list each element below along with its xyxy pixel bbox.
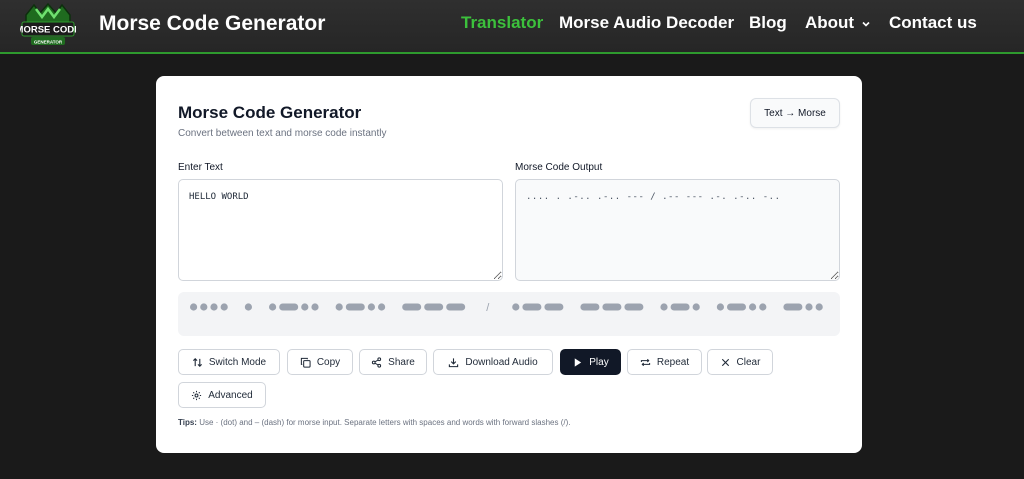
morse-dash-21 [624, 303, 644, 311]
morse-dash-14 [424, 303, 444, 311]
card-subtitle: Convert between text and morse code inst… [178, 128, 387, 139]
card-title: Morse Code Generator [178, 103, 362, 122]
morse-dash-29 [783, 303, 803, 311]
morse-dot-22 [660, 303, 668, 311]
repeat-icon [640, 358, 651, 366]
morse-dash-17 [522, 303, 542, 311]
morse-dot-5 [269, 303, 277, 311]
morse-dash-15 [446, 303, 466, 311]
switch-mode-label: Switch Mode [208, 356, 267, 368]
morse-dot-4 [244, 303, 252, 311]
morse-symbol-strip: / [190, 302, 823, 314]
morse-dot-30 [805, 303, 813, 311]
generator-card: Morse Code Generator Convert between tex… [156, 76, 862, 453]
morse-dot-1 [200, 303, 208, 311]
morse-output[interactable] [515, 179, 840, 281]
morse-dot-31 [815, 303, 823, 311]
tips-text: Tips: Use · (dot) and – (dash) for morse… [178, 418, 570, 427]
advanced-button[interactable]: Advanced [178, 382, 266, 408]
copy-icon [300, 357, 311, 368]
input-label: Enter Text [178, 162, 223, 173]
chevron-down-icon [862, 21, 870, 27]
morse-dash-20 [602, 303, 622, 311]
morse-dot-7 [301, 303, 309, 311]
download-audio-button[interactable]: Download Audio [433, 349, 553, 375]
nav-morse-audio-decoder[interactable]: Morse Audio Decoder [559, 13, 734, 33]
morse-dot-9 [335, 303, 343, 311]
nav-about[interactable]: About [805, 13, 871, 33]
morse-dot-28 [759, 303, 767, 311]
output-label: Morse Code Output [515, 162, 603, 173]
morse-dot-0 [190, 303, 198, 311]
nav-about-label: About [805, 13, 855, 32]
brand-name[interactable]: Morse Code Generator [99, 12, 325, 36]
morse-dash-19 [580, 303, 600, 311]
close-icon [721, 358, 729, 366]
text-to-morse-mode-button[interactable]: Text → Morse [750, 98, 840, 128]
play-label: Play [589, 356, 609, 368]
tips-label: Tips: [178, 418, 197, 427]
morse-dot-2 [210, 303, 218, 311]
morse-dot-8 [311, 303, 319, 311]
share-button[interactable]: Share [359, 349, 427, 375]
share-label: Share [388, 356, 415, 368]
morse-dot-24 [692, 303, 700, 311]
morse-dot-11 [367, 303, 375, 311]
swap-arrows-icon [192, 357, 202, 367]
nav-blog[interactable]: Blog [749, 13, 787, 33]
repeat-button[interactable]: Repeat [627, 349, 702, 375]
nav-translator[interactable]: Translator [461, 13, 543, 33]
clear-button[interactable]: Clear [707, 349, 773, 375]
svg-text:GENERATOR: GENERATOR [34, 39, 63, 44]
morse-dot-3 [220, 303, 228, 311]
share-icon [372, 356, 382, 368]
morse-dot-27 [749, 303, 757, 311]
gear-icon [192, 390, 202, 400]
morse-dash-23 [670, 303, 690, 311]
morse-dash-26 [727, 303, 746, 311]
repeat-label: Repeat [656, 356, 690, 368]
morse-visualization: / [178, 292, 840, 336]
play-button[interactable]: Play [560, 349, 621, 375]
morse-code-logo[interactable]: MORSE CODE GENERATOR [20, 1, 76, 47]
morse-dash-13 [402, 303, 422, 311]
copy-button[interactable]: Copy [287, 349, 353, 375]
text-input[interactable] [178, 179, 503, 281]
top-navbar: MORSE CODE GENERATOR Morse Code Generato… [0, 0, 1024, 54]
morse-dash-18 [544, 303, 564, 311]
tips-body: Use · (dot) and – (dash) for morse input… [199, 418, 571, 427]
advanced-label: Advanced [208, 389, 253, 401]
morse-dot-16 [512, 303, 520, 311]
switch-mode-button[interactable]: Switch Mode [178, 349, 280, 375]
clear-label: Clear [736, 356, 761, 368]
morse-dot-25 [716, 303, 725, 311]
svg-text:MORSE CODE: MORSE CODE [20, 25, 76, 36]
morse-dot-12 [378, 303, 386, 311]
morse-dash-6 [279, 303, 299, 311]
nav-contact-us[interactable]: Contact us [889, 13, 977, 33]
copy-label: Copy [316, 356, 341, 368]
morse-dash-10 [345, 303, 365, 311]
morse-word-separator: / [486, 302, 490, 314]
play-icon [575, 357, 582, 367]
download-icon [449, 357, 459, 367]
download-audio-label: Download Audio [465, 356, 538, 368]
